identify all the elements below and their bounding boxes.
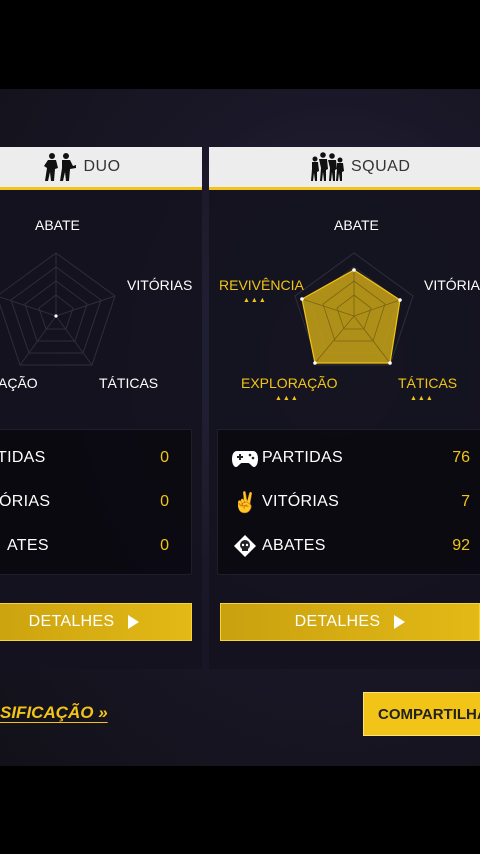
duo-details-button[interactable]: DETALHES [0,603,192,641]
play-arrow-icon [394,615,406,629]
duo-stat-label: ÓRIAS [0,493,51,510]
squad-stat-value: 92 [452,537,470,554]
duo-axis-exploracao: AÇÃO [0,375,38,391]
duo-stat-row-partidas: TIDAS 0 [0,438,191,478]
rank-marker-icon: ▲▲▲ [243,297,267,304]
squad-axis-abate: ABATE [334,217,379,233]
duo-stat-label: TIDAS [0,449,46,466]
squad-axis-taticas: TÁTICAS [398,375,458,391]
stats-screen: DUO ABATE VITÓRIAS TÁTICAS AÇÃO TIDAS 0 … [0,89,480,766]
squad-stat-row-partidas: PARTIDAS 76 [218,438,480,478]
squad-axis-vitorias: VITÓRIAS [424,277,480,293]
duo-stat-value: 0 [160,449,169,466]
squad-stat-label: PARTIDAS [262,449,343,466]
skull-badge-icon [232,533,258,559]
duo-stat-row-abates: ATES 0 [0,526,191,566]
squad-stat-label: VITÓRIAS [262,493,340,510]
share-label: COMPARTILHA [378,705,480,723]
duo-stat-label: ATES [7,537,49,554]
ranking-link[interactable]: SIFICAÇÃO » [0,703,108,723]
duo-stat-value: 0 [160,537,169,554]
duo-axis-abate: ABATE [35,217,80,233]
duo-axis-taticas: TÁTICAS [99,375,159,391]
duo-soldiers-icon [44,153,77,181]
duo-title: DUO [83,158,121,175]
squad-card: SQUAD ABATE VITÓRIA TÁTICAS EXPLORAÇÃO R… [209,147,480,669]
squad-radar-chart: ABATE VITÓRIAS TÁTICAS EXPLORAÇÃO REVIVÊ… [204,213,480,433]
squad-header[interactable]: SQUAD [209,147,480,190]
squad-axis-exploracao: EXPLORAÇÃO [241,375,338,391]
squad-radar-web [294,252,414,366]
rank-marker-icon: ▲▲▲ [275,395,299,402]
squad-axis-revivencia: REVIVÊNCIA [219,277,304,293]
play-arrow-icon [128,615,140,629]
squad-stat-value: 76 [452,449,470,466]
duo-stats-panel: TIDAS 0 ÓRIAS 0 ATES 0 [0,429,192,575]
duo-card: DUO ABATE VITÓRIAS TÁTICAS AÇÃO TIDAS 0 … [0,147,202,669]
duo-details-label: DETALHES [28,613,115,630]
duo-radar-chart: ABATE VITÓRIAS TÁTICAS AÇÃO [0,213,206,433]
rank-marker-icon: ▲▲▲ [410,395,434,402]
squad-soldiers-icon [311,152,344,181]
squad-stat-label: ABATES [262,537,326,554]
share-button[interactable]: COMPARTILHA [363,692,480,736]
duo-stat-row-vitorias: ÓRIAS 0 [0,482,191,522]
squad-stat-row-vitorias: ✌ VITÓRIAS 7 [218,482,480,522]
squad-stats-panel: PARTIDAS 76 ✌ VITÓRIAS 7 ABATES 92 [217,429,480,575]
victory-hand-icon: ✌ [232,491,258,514]
squad-details-button[interactable]: DETALHES [220,603,480,641]
gamepad-icon [232,445,258,471]
duo-stat-value: 0 [160,493,169,510]
duo-axis-vitorias: VITÓRIAS [127,277,193,293]
duo-header[interactable]: DUO [0,147,202,190]
squad-stat-value: 7 [461,493,470,510]
squad-title: SQUAD [351,158,411,175]
squad-stat-row-abates: ABATES 92 [218,526,480,566]
duo-radar-web [0,252,116,366]
squad-details-label: DETALHES [294,613,381,630]
